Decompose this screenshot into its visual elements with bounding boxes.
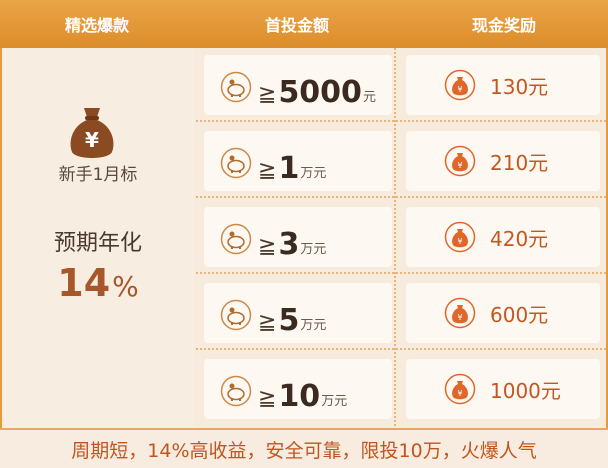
- money-bag-icon: ¥: [444, 221, 476, 253]
- amount-value: 5000: [278, 75, 362, 110]
- reward-card: ¥ 420元: [406, 207, 600, 267]
- amount-card: ≧ 10 万元: [204, 359, 392, 419]
- ge-sign: ≧: [258, 158, 277, 183]
- reward-card: ¥ 600元: [406, 283, 600, 343]
- svg-text:¥: ¥: [457, 313, 462, 322]
- product-name: 新手1月标: [58, 165, 138, 185]
- svg-text:¥: ¥: [457, 389, 462, 398]
- amount-unit: 万元: [300, 242, 327, 257]
- amount-value: 10: [278, 379, 321, 414]
- ge-sign: ≧: [258, 310, 277, 335]
- piggy-bank-icon: [220, 71, 252, 103]
- reward-card: ¥ 130元: [406, 55, 600, 115]
- table-row: ≧ 5 万元 ¥ 600元: [196, 276, 606, 350]
- amount-text: ≧ 10 万元: [258, 369, 347, 417]
- piggy-bank-icon: [220, 375, 252, 407]
- svg-text:¥: ¥: [85, 128, 99, 152]
- reward-amount: 600元: [490, 303, 549, 327]
- footer-slogan: 周期短，14%高收益，安全可靠，限投10万，火爆人气: [0, 428, 608, 468]
- piggy-bank-icon: [220, 299, 252, 331]
- money-bag-icon: ¥: [444, 69, 476, 101]
- table-header: 精选爆款 首投金额 现金奖励: [0, 0, 608, 48]
- amount-card: ≧ 3 万元: [204, 207, 392, 267]
- money-bag-icon: ¥: [444, 373, 476, 405]
- amount-value: 5: [278, 303, 300, 338]
- svg-text:¥: ¥: [457, 237, 462, 246]
- ge-sign: ≧: [258, 386, 277, 411]
- reward-card: ¥ 210元: [406, 131, 600, 191]
- table-row: ≧ 5000 元 ¥ 130元: [196, 48, 606, 122]
- amount-value: 1: [278, 151, 300, 186]
- product-panel: ¥ 新手1月标 预期年化 14%: [2, 48, 194, 428]
- reward-amount: 420元: [490, 227, 549, 251]
- money-bag-icon: ¥: [444, 145, 476, 177]
- amount-text: ≧ 1 万元: [258, 141, 326, 189]
- ge-sign: ≧: [258, 82, 277, 107]
- table-row: ≧ 3 万元 ¥ 420元: [196, 200, 606, 274]
- amount-unit: 万元: [321, 394, 348, 409]
- amount-card: ≧ 1 万元: [204, 131, 392, 191]
- header-cash-reward: 现金奖励: [471, 16, 536, 35]
- annual-rate-label: 预期年化: [53, 231, 142, 256]
- svg-text:¥: ¥: [457, 161, 462, 170]
- rate-value: 14: [57, 261, 111, 305]
- table-row: ≧ 10 万元 ¥ 1000元: [196, 352, 606, 426]
- amount-unit: 万元: [300, 318, 327, 333]
- amount-value: 3: [278, 227, 300, 262]
- amount-text: ≧ 5 万元: [258, 293, 326, 341]
- reward-amount: 210元: [490, 151, 549, 175]
- svg-text:¥: ¥: [457, 85, 462, 94]
- amount-unit: 万元: [300, 166, 327, 181]
- amount-card: ≧ 5 万元: [204, 283, 392, 343]
- piggy-bank-icon: [220, 147, 252, 179]
- header-first-investment: 首投金额: [264, 16, 329, 35]
- rate-unit: %: [112, 270, 139, 303]
- amount-unit: 元: [362, 90, 376, 105]
- amount-text: ≧ 3 万元: [258, 217, 326, 265]
- table-row: ≧ 1 万元 ¥ 210元: [196, 124, 606, 198]
- amount-text: ≧ 5000 元: [258, 65, 376, 113]
- annual-rate: 14%: [2, 261, 194, 305]
- header-featured: 精选爆款: [64, 16, 129, 35]
- reward-card: ¥ 1000元: [406, 359, 600, 419]
- ge-sign: ≧: [258, 234, 277, 259]
- piggy-bank-icon: [220, 223, 252, 255]
- reward-amount: 130元: [490, 75, 549, 99]
- amount-card: ≧ 5000 元: [204, 55, 392, 115]
- money-bag-yen-icon: ¥: [64, 104, 120, 162]
- reward-amount: 1000元: [490, 379, 561, 403]
- tier-grid: ≧ 5000 元 ¥ 130元 ≧ 1 万元 ¥ 210元 ≧ 3 万元 ¥ 420元 ≧ 5…: [196, 48, 606, 428]
- money-bag-icon: ¥: [444, 297, 476, 329]
